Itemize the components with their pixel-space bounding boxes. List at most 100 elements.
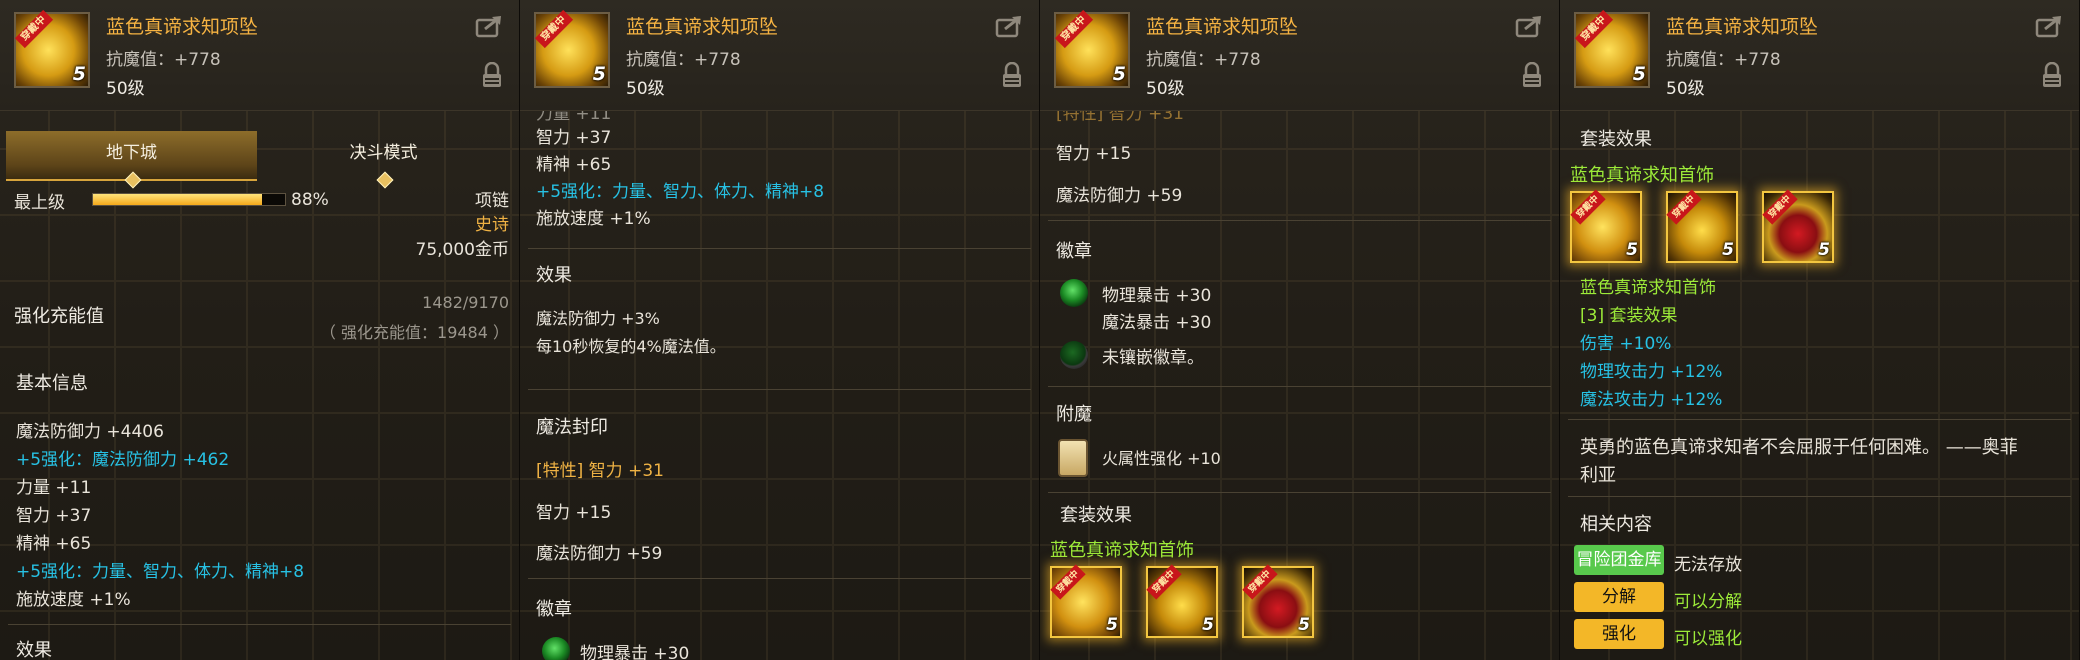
tab-indicator-diamond — [376, 171, 393, 189]
flavor-text: 英勇的蓝色真谛求知者不会屈服于任何困难。 ——奥菲 — [1580, 437, 2018, 458]
related-content-title: 相关内容 — [1580, 514, 1652, 535]
tooltip-panel-3[interactable]: 穿戴中 5 蓝色真谛求知项坠 抗魔值：+778 50级 [特性] 智力 +31 … — [1040, 0, 1560, 660]
tab-dungeon[interactable]: 地下城 — [6, 131, 257, 189]
item-header: 穿戴中 5 蓝色真谛求知项坠 抗魔值：+778 50级 — [1040, 0, 1559, 111]
section-divider — [1048, 386, 1551, 387]
basic-info-line: +5强化：力量、智力、体力、精神+8 — [16, 562, 305, 582]
effect-line: 每10秒恢复的4%魔法值。 — [536, 337, 726, 356]
tooltip-panel-1[interactable]: 穿戴中 5 蓝色真谛求知项坠 抗魔值：+778 50级 地下城 决斗模式 最上级… — [0, 0, 520, 660]
lock-icon[interactable] — [2041, 62, 2063, 88]
rarity: 史诗 — [475, 215, 509, 235]
enhance-grade: 5 — [1722, 240, 1734, 260]
set-item-necklace-icon[interactable]: 穿戴中 5 — [1050, 564, 1122, 638]
necklace-item-icon[interactable]: 穿戴中 5 — [14, 9, 90, 88]
enchant-card-icon[interactable] — [1058, 439, 1088, 477]
item-stat: 抗魔值：+778 — [626, 50, 741, 70]
section-divider — [528, 578, 1031, 579]
set-bonus-line: 魔法攻击力 +12% — [1580, 390, 1723, 410]
seal-line: 智力 +15 — [536, 503, 612, 523]
item-header: 穿戴中 5 蓝色真谛求知项坠 抗魔值：+778 50级 — [520, 0, 1039, 111]
share-icon[interactable] — [995, 14, 1023, 38]
stat-line: +5强化：力量、智力、体力、精神+8 — [536, 182, 825, 202]
share-icon[interactable] — [1515, 14, 1543, 38]
equipped-ribbon: 穿戴中 — [1570, 189, 1606, 225]
enhance-charge-sub: （ 强化充能值：19484 ） — [319, 323, 509, 342]
set-item-ring-icon[interactable]: 穿戴中 5 — [1242, 564, 1314, 638]
tooltip-body: 套装效果 蓝色真谛求知首饰 穿戴中 5 穿戴中 5 穿戴中 5 蓝色真谛求知首饰… — [1560, 111, 2079, 660]
tooltip-panel-4[interactable]: 穿戴中 5 蓝色真谛求知项坠 抗魔值：+778 50级 套装效果 蓝色真谛求知首… — [1560, 0, 2080, 660]
item-header: 穿戴中 5 蓝色真谛求知项坠 抗魔值：+778 50级 — [0, 0, 519, 111]
tab-duel[interactable]: 决斗模式 — [258, 131, 509, 189]
set-name: 蓝色真谛求知首饰 — [1570, 165, 1714, 186]
set-item-necklace-icon[interactable]: 穿戴中 5 — [1570, 189, 1642, 263]
set-item-ring-icon[interactable]: 穿戴中 5 — [1762, 189, 1834, 263]
flavor-text-cont: 利亚 — [1580, 465, 1616, 486]
effect-title: 效果 — [16, 640, 52, 660]
emblem-line: 魔法暴击 +30 — [1102, 313, 1212, 333]
related-status: 可以分解 — [1674, 592, 1742, 612]
lock-icon[interactable] — [1001, 62, 1023, 88]
seal-line: 魔法防御力 +59 — [536, 544, 663, 564]
emblem-title: 徽章 — [536, 599, 572, 620]
share-icon[interactable] — [2035, 14, 2063, 38]
sell-price: 75,000金币 — [415, 240, 509, 260]
tooltip-body: 地下城 决斗模式 最上级 88% 项链 史诗 75,000金币 1482/917… — [0, 111, 519, 660]
stat-line: 施放速度 +1% — [536, 209, 651, 229]
item-level: 50级 — [1146, 79, 1185, 99]
section-divider — [1568, 496, 2071, 497]
equipped-ribbon: 穿戴中 — [1666, 189, 1702, 225]
emblem-line: 物理暴击 +30 — [1102, 286, 1212, 306]
related-button[interactable]: 分解 — [1574, 582, 1664, 612]
basic-info-line: 魔法防御力 +4406 — [16, 422, 164, 442]
enhance-grade: 5 — [1632, 63, 1646, 85]
section-divider — [8, 624, 511, 625]
emblem-icon[interactable] — [1060, 279, 1088, 307]
equipped-ribbon: 穿戴中 — [534, 9, 574, 49]
item-name: 蓝色真谛求知项坠 — [106, 16, 259, 38]
effect-line: 魔法防御力 +3% — [536, 309, 660, 328]
lock-icon[interactable] — [481, 62, 503, 88]
lock-icon[interactable] — [1521, 62, 1543, 88]
enhance-charge-title: 强化充能值 — [14, 306, 104, 327]
stat-line: 魔法防御力 +59 — [1056, 186, 1183, 206]
equipped-ribbon: 穿戴中 — [1146, 564, 1182, 600]
enchant-line: 火属性强化 +10 — [1102, 449, 1221, 468]
set-count: [3] 套装效果 — [1580, 306, 1678, 326]
equipped-ribbon: 穿戴中 — [1050, 564, 1086, 600]
share-icon[interactable] — [475, 14, 503, 38]
set-item-bracelet-icon[interactable]: 穿戴中 5 — [1146, 564, 1218, 638]
effect-title: 效果 — [536, 265, 572, 286]
emblem-line: 物理暴击 +30 — [580, 644, 690, 660]
necklace-item-icon[interactable]: 穿戴中 5 — [1574, 9, 1650, 88]
tab-duel-label: 决斗模式 — [349, 143, 418, 163]
equipped-ribbon: 穿戴中 — [1054, 9, 1094, 49]
enhance-grade: 5 — [592, 63, 606, 85]
magic-seal-title: 魔法封印 — [536, 417, 608, 438]
item-header: 穿戴中 5 蓝色真谛求知项坠 抗魔值：+778 50级 — [1560, 0, 2079, 111]
section-divider — [1568, 419, 2071, 420]
basic-info-line: 精神 +65 — [16, 534, 92, 554]
tooltip-strip: 穿戴中 5 蓝色真谛求知项坠 抗魔值：+778 50级 地下城 决斗模式 最上级… — [0, 0, 2080, 660]
set-effect-title: 套装效果 — [1580, 129, 1652, 150]
item-stat: 抗魔值：+778 — [106, 50, 221, 70]
progress-fill — [93, 194, 262, 205]
tab-indicator-diamond — [124, 171, 141, 189]
necklace-item-icon[interactable]: 穿戴中 5 — [534, 9, 610, 88]
enhance-grade: 5 — [1818, 240, 1830, 260]
necklace-item-icon[interactable]: 穿戴中 5 — [1054, 9, 1130, 88]
equipped-ribbon: 穿戴中 — [1242, 564, 1278, 600]
empty-emblem-socket[interactable] — [1060, 341, 1088, 369]
set-item-bracelet-icon[interactable]: 穿戴中 5 — [1666, 189, 1738, 263]
tooltip-panel-2[interactable]: 穿戴中 5 蓝色真谛求知项坠 抗魔值：+778 50级 力量 +11 智力 +3… — [520, 0, 1040, 660]
related-button[interactable]: 强化 — [1574, 619, 1664, 649]
tab-dungeon-label: 地下城 — [106, 143, 157, 163]
emblem-icon[interactable] — [542, 637, 570, 660]
seal-line: [特性] 智力 +31 — [536, 461, 664, 481]
related-status: 无法存放 — [1674, 555, 1742, 575]
section-divider — [528, 248, 1031, 249]
enhance-grade: 5 — [72, 63, 86, 85]
item-name: 蓝色真谛求知项坠 — [1146, 16, 1299, 38]
enhance-grade: 5 — [1202, 615, 1214, 635]
related-button[interactable]: 冒险团金库 — [1574, 545, 1664, 575]
item-level: 50级 — [106, 79, 145, 99]
